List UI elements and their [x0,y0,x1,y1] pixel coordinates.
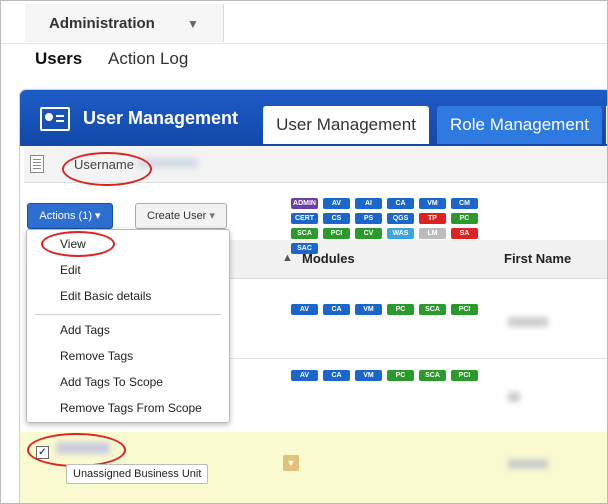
module-badge: PC [451,213,478,224]
panel-header: User Management User Management Role Man… [20,90,607,146]
row-divider [224,358,607,359]
actions-label: Actions (1) [39,210,92,222]
nav-tabs: Users Action Log [1,44,607,80]
chevron-down-icon: ▾ [95,210,101,222]
create-user-button[interactable]: Create User ▾ [135,203,227,229]
highlight-oval [27,433,126,467]
highlight-oval [41,231,115,257]
business-unit-badge: Unassigned Business Unit [66,464,209,484]
grid-header: ▲ Modules First Name [224,240,607,279]
module-badge: CERT [291,213,318,224]
module-badge: PCI [451,370,478,381]
module-badge: CM [451,198,478,209]
actions-menu: View Edit Edit Basic details Add Tags Re… [26,229,230,423]
module-badge: CA [323,304,350,315]
module-badge: SA [451,228,478,239]
module-badge: PS [355,213,382,224]
module-label: Administration [49,15,155,32]
user-card-icon [40,107,70,131]
module-badge: CA [323,370,350,381]
module-badge: AV [323,198,350,209]
chevron-down-icon: ▼ [187,17,199,31]
top-bar: Administration ▼ [1,1,607,44]
create-user-label: Create User [147,210,207,222]
tab-role-management[interactable]: Role Management [437,106,602,144]
module-badge: AV [291,370,318,381]
module-badge: VM [419,198,446,209]
module-badge: WAS [387,228,414,239]
tab-user-management[interactable]: User Management [263,106,429,144]
module-badge: TP [419,213,446,224]
menu-item-remove-tags[interactable]: Remove Tags [60,349,133,363]
menu-item-add-tags[interactable]: Add Tags [60,323,110,337]
menu-item-edit-basic-details[interactable]: Edit Basic details [60,289,151,303]
module-badge: AV [291,304,318,315]
expand-icon[interactable]: ▼ [283,455,299,471]
column-first-name[interactable]: First Name [504,251,571,266]
module-badge: VM [355,370,382,381]
module-badge: PC [387,370,414,381]
module-selector[interactable]: Administration ▼ [25,4,224,42]
menu-divider [35,314,221,315]
page-title: User Management [83,108,239,128]
first-name-value [508,392,520,402]
app-window: Administration ▼ Users Action Log User M… [0,0,608,504]
module-badge: ADMIN [291,198,318,209]
module-badge: PC [387,304,414,315]
module-badge: CA [387,198,414,209]
menu-item-edit[interactable]: Edit [60,263,81,277]
module-badge: PCI [451,304,478,315]
document-icon[interactable] [30,155,44,173]
first-name-value [508,459,548,469]
tab-users[interactable]: Users [35,49,82,69]
module-badge: SCA [419,304,446,315]
menu-item-remove-tags-from-scope[interactable]: Remove Tags From Scope [60,401,202,415]
module-badge: SCA [419,370,446,381]
actions-button[interactable]: Actions (1) ▾ [27,203,113,229]
module-badge: SAC [291,243,318,254]
module-badge: SCA [291,228,318,239]
module-badge: CS [323,213,350,224]
module-badge: VM [355,304,382,315]
highlight-oval [62,152,152,186]
module-badge: QGS [387,213,414,224]
menu-item-add-tags-to-scope[interactable]: Add Tags To Scope [60,375,163,389]
module-badge: PCI [323,228,350,239]
module-badge: LM [419,228,446,239]
tab-action-log[interactable]: Action Log [108,49,188,69]
first-name-value [508,317,548,327]
module-badge: CV [355,228,382,239]
chevron-down-icon: ▾ [209,210,215,222]
module-badge: AI [355,198,382,209]
